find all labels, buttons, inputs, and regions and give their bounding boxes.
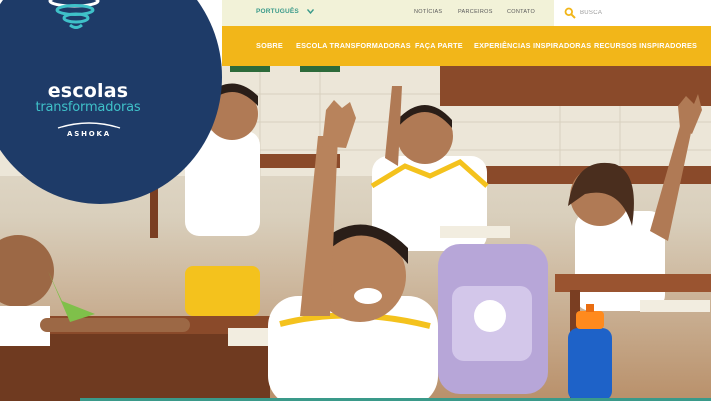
search-icon[interactable] — [564, 7, 576, 19]
logo-ashoka-mark: ASHOKA — [44, 120, 134, 142]
nav-experiencias-inspiradoras[interactable]: EXPERIÊNCIAS INSPIRADORAS — [474, 41, 591, 50]
search-box — [554, 0, 711, 26]
logo-text-escolas: escolas — [47, 80, 129, 102]
language-label: PORTUGUÊS — [256, 8, 299, 15]
nav-sobre[interactable]: SOBRE — [256, 41, 283, 50]
search-input[interactable] — [580, 7, 700, 19]
parceiros-link[interactable]: PARCEIROS — [458, 9, 493, 15]
logo-text-transformadoras: transformadoras — [35, 100, 141, 115]
contato-link[interactable]: CONTATO — [507, 9, 535, 15]
logo-text-ashoka: ASHOKA — [67, 130, 111, 138]
nav-escola-transformadoras[interactable]: ESCOLA TRANSFORMADORAS — [296, 41, 411, 50]
nav-faca-parte[interactable]: FAÇA PARTE — [415, 41, 463, 50]
main-nav: SOBRE ESCOLA TRANSFORMADORAS FAÇA PARTE … — [222, 26, 711, 66]
nav-recursos-inspiradores[interactable]: RECURSOS INSPIRADORES — [594, 41, 697, 50]
chevron-down-icon — [306, 9, 315, 16]
ashoka-arc-icon — [57, 122, 121, 129]
top-utility-bar: PORTUGUÊS NOTÍCIAS PARCEIROS CONTATO — [222, 0, 711, 26]
language-selector[interactable]: PORTUGUÊS — [256, 8, 315, 16]
noticias-link[interactable]: NOTÍCIAS — [414, 9, 442, 15]
